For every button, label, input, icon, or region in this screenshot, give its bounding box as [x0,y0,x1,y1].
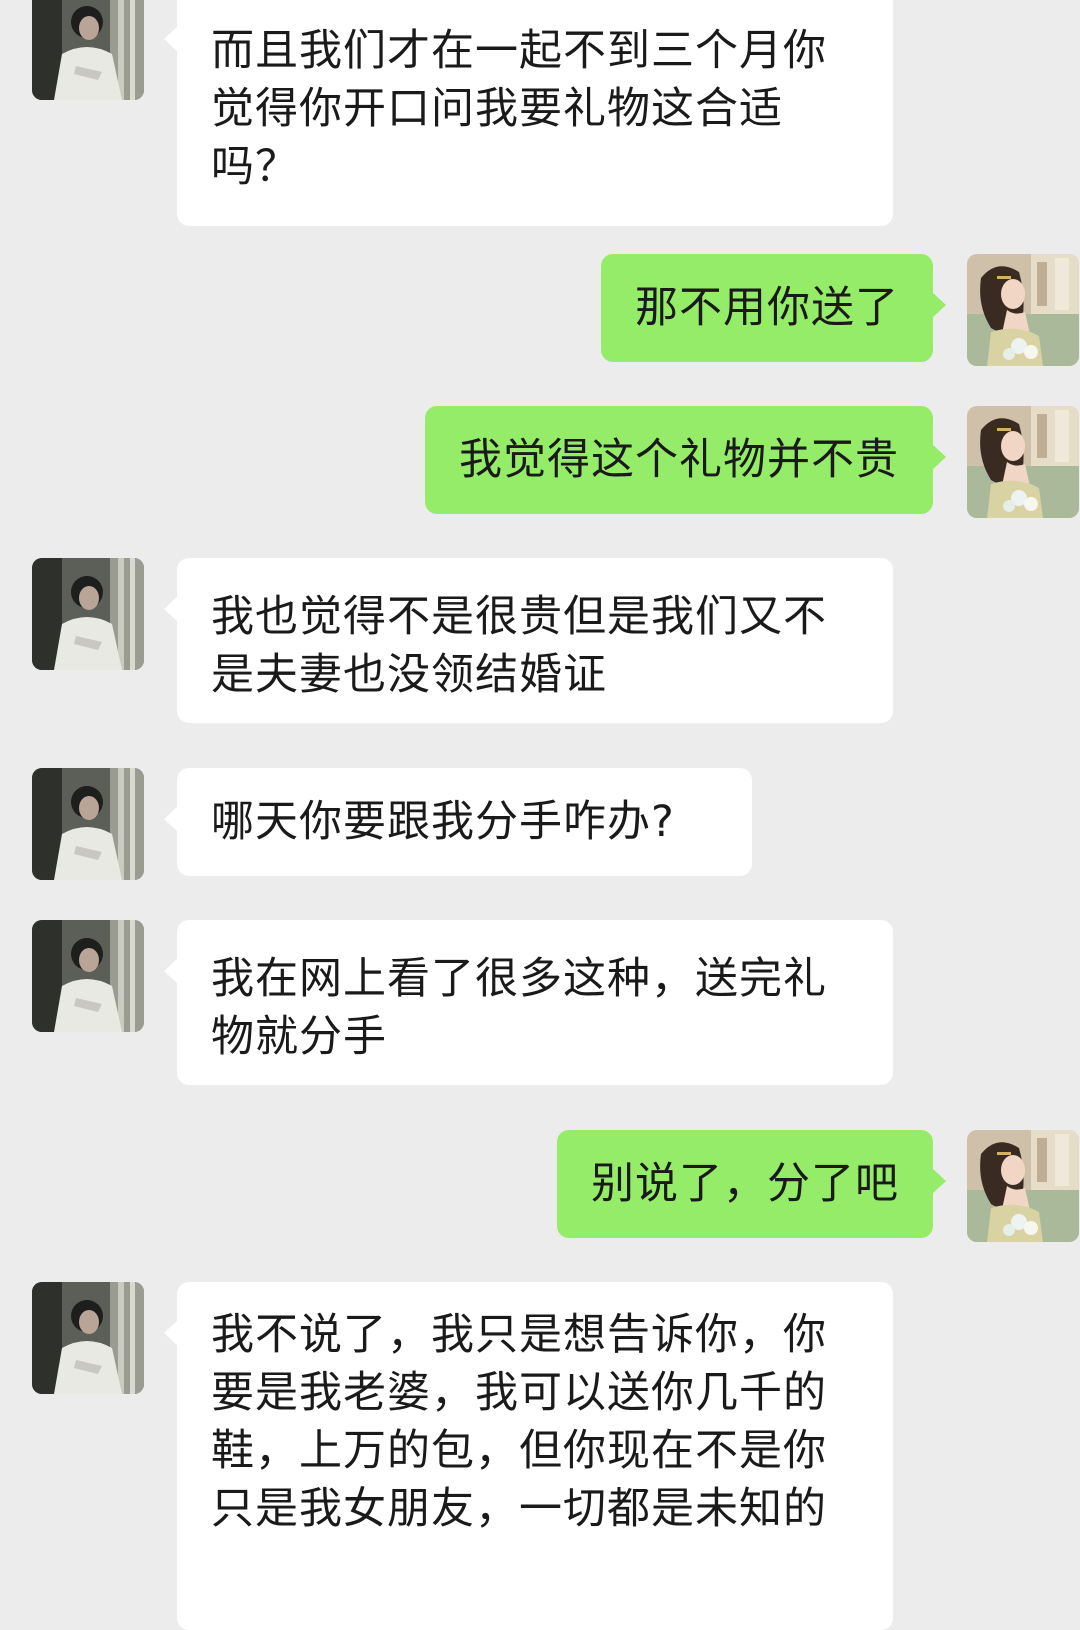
message-bubble-incoming[interactable]: 哪天你要跟我分手咋办? [164,768,752,876]
avatar-girl-icon[interactable] [967,1130,1079,1242]
message-bubble-incoming[interactable]: 我在网上看了很多这种，送完礼物就分手 [164,920,893,1085]
message-bubble-incoming[interactable]: 而且我们才在一起不到三个月你觉得你开口问我要礼物这合适吗？ [164,0,893,226]
message-bubble-incoming[interactable]: 我也觉得不是很贵但是我们又不是夫妻也没领结婚证 [164,558,893,723]
avatar-boy-icon[interactable] [32,768,144,880]
avatar-boy-icon[interactable] [32,0,144,100]
chat-window: 而且我们才在一起不到三个月你觉得你开口问我要礼物这合适吗？ 那不用你送了 我觉得… [0,0,1080,1630]
avatar-girl-icon[interactable] [967,254,1079,366]
avatar-boy-icon[interactable] [32,920,144,1032]
avatar-boy-icon[interactable] [32,1282,144,1394]
avatar-boy-icon[interactable] [32,558,144,670]
message-bubble-outgoing[interactable]: 那不用你送了 [601,254,946,362]
message-bubble-outgoing[interactable]: 我觉得这个礼物并不贵 [425,406,946,514]
message-bubble-outgoing[interactable]: 别说了，分了吧 [557,1130,946,1238]
avatar-girl-icon[interactable] [967,406,1079,518]
message-bubble-incoming[interactable]: 我不说了，我只是想告诉你，你要是我老婆，我可以送你几千的鞋，上万的包，但你现在不… [164,1282,893,1630]
